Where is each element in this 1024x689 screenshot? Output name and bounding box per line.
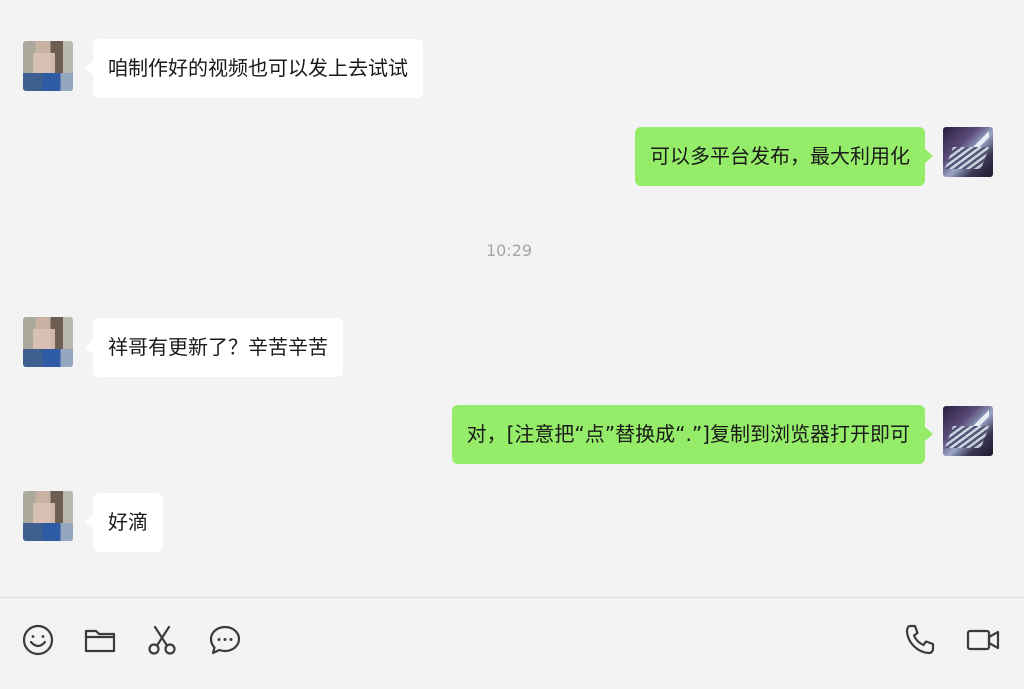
self-avatar[interactable]: [943, 127, 993, 177]
scissors-icon[interactable]: [144, 622, 180, 658]
chat-bubble-icon[interactable]: [207, 622, 243, 658]
contact-avatar[interactable]: [23, 317, 73, 367]
message-text: 好滴: [108, 510, 148, 534]
phone-icon[interactable]: [902, 622, 938, 658]
contact-avatar[interactable]: [23, 41, 73, 91]
incoming-message-bubble[interactable]: 祥哥有更新了？辛苦辛苦: [85, 318, 343, 377]
contact-avatar[interactable]: [23, 491, 73, 541]
message-text: 咱制作好的视频也可以发上去试试: [108, 56, 408, 80]
incoming-message-bubble[interactable]: 咱制作好的视频也可以发上去试试: [85, 39, 423, 98]
message-text: 可以多平台发布，最大利用化: [650, 144, 910, 168]
self-avatar[interactable]: [943, 406, 993, 456]
video-camera-icon[interactable]: [965, 622, 1001, 658]
outgoing-message-bubble[interactable]: 对，[注意把“点”替换成“.”]复制到浏览器打开即可: [451, 405, 934, 464]
chat-message-area[interactable]: 咱制作好的视频也可以发上去试试 可以多平台发布，最大利用化 10:29 祥哥有更…: [0, 0, 1024, 597]
message-text: 对，[注意把“点”替换成“.”]复制到浏览器打开即可: [466, 422, 910, 446]
input-toolbar: [0, 598, 1024, 689]
outgoing-message-bubble[interactable]: 可以多平台发布，最大利用化: [635, 127, 933, 186]
incoming-message-bubble[interactable]: 好滴: [85, 493, 163, 552]
message-text: 祥哥有更新了？辛苦辛苦: [108, 335, 328, 359]
folder-icon[interactable]: [82, 622, 118, 658]
emoji-icon[interactable]: [20, 622, 56, 658]
message-timestamp: 10:29: [485, 241, 533, 260]
